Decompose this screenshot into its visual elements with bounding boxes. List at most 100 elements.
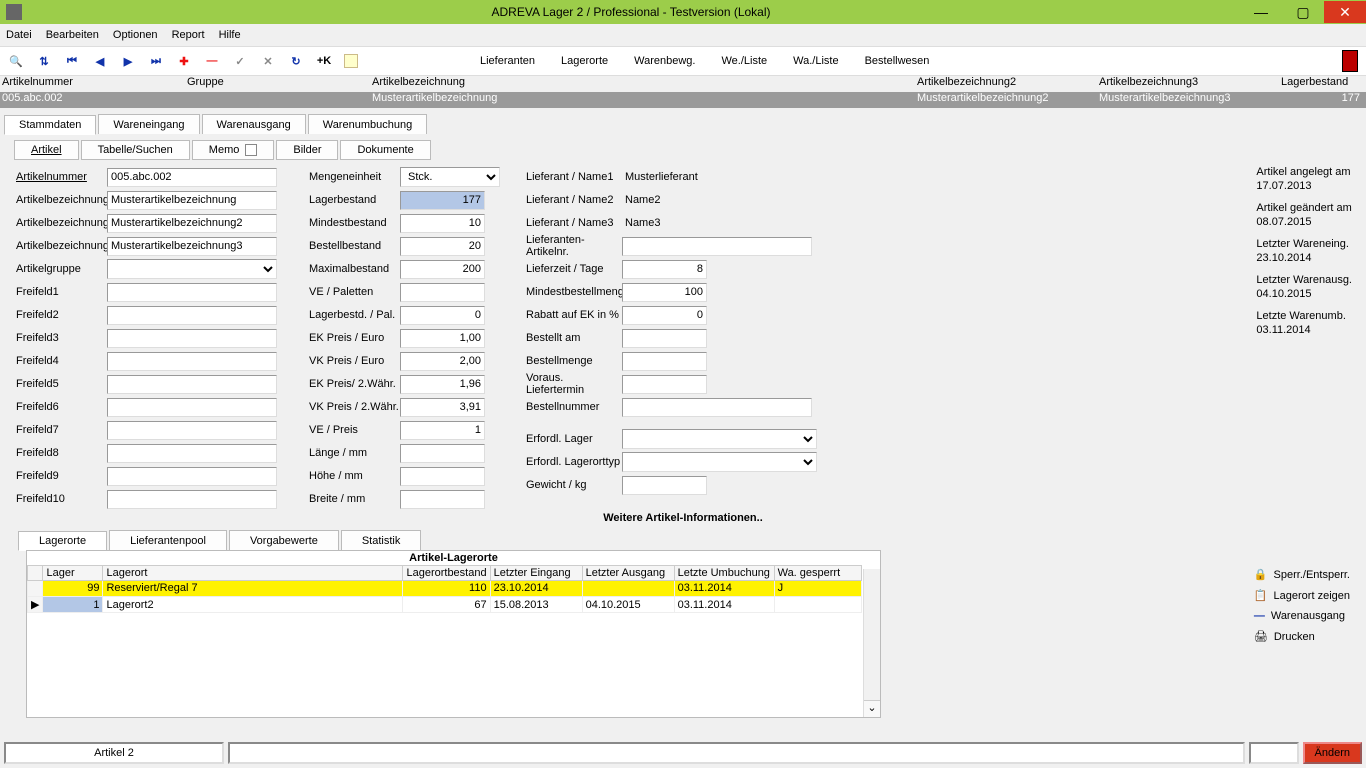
inner-tab-dokumente[interactable]: Dokumente [340,140,430,160]
input-f5[interactable] [107,375,277,394]
scrollbar[interactable]: ⌄ [863,569,880,717]
inner-tab-tabelle[interactable]: Tabelle/Suchen [81,140,190,160]
input-vep[interactable] [400,283,485,302]
search-icon[interactable]: 🔍 [8,53,24,69]
close-button[interactable]: ✕ [1324,1,1366,23]
subtab-lieferantenpool[interactable]: Lieferantenpool [109,530,227,550]
input-bez3[interactable] [107,237,277,256]
input-ek2[interactable] [400,375,485,394]
input-bestellb[interactable] [400,237,485,256]
col-lagerortbestand[interactable]: Lagerortbestand [403,566,490,581]
action-drucken[interactable]: 🖨Drucken [1254,630,1350,643]
input-mbm[interactable] [622,283,707,302]
input-lart[interactable] [622,237,812,256]
input-f9[interactable] [107,467,277,486]
inner-tab-artikel[interactable]: Artikel [14,140,79,160]
select-artikelgruppe[interactable] [107,259,277,279]
action-warenausgang[interactable]: —Warenausgang [1254,610,1350,622]
chevron-down-icon[interactable]: ⌄ [864,700,880,717]
plusk-icon[interactable]: +K [316,53,332,69]
input-h[interactable] [400,467,485,486]
table-row[interactable]: ▶ 1 Lagerort2 67 15.08.2013 04.10.2015 0… [28,597,862,613]
input-bam[interactable] [622,329,707,348]
more-info-link[interactable]: Weitere Artikel-Informationen.. [0,512,1366,524]
input-vk[interactable] [400,352,485,371]
input-f3[interactable] [107,329,277,348]
col-lager[interactable]: Lager [43,566,103,581]
input-f7[interactable] [107,421,277,440]
input-rab[interactable] [622,306,707,325]
select-mengeneinheit[interactable]: Stck. [400,167,500,187]
col-lagerort[interactable]: Lagerort [103,566,403,581]
input-f10[interactable] [107,490,277,509]
link-lieferanten[interactable]: Lieferanten [480,55,535,67]
remove-icon[interactable]: — [204,53,220,69]
input-bm[interactable] [622,352,707,371]
input-f4[interactable] [107,352,277,371]
next-icon[interactable]: ▶ [120,53,136,69]
refresh-icon[interactable]: ↻ [288,53,304,69]
tab-stammdaten[interactable]: Stammdaten [4,115,96,135]
menu-report[interactable]: Report [172,29,205,41]
input-bez[interactable] [107,191,277,210]
link-lagerorte[interactable]: Lagerorte [561,55,608,67]
tool-icon[interactable] [344,54,358,68]
add-icon[interactable]: ✚ [176,53,192,69]
input-lbp[interactable] [400,306,485,325]
subtab-statistik[interactable]: Statistik [341,530,422,550]
input-f1[interactable] [107,283,277,302]
input-f6[interactable] [107,398,277,417]
input-mindest[interactable] [400,214,485,233]
inner-tab-memo[interactable]: Memo [192,140,275,160]
link-warenbewg[interactable]: Warenbewg. [634,55,695,67]
action-sperr[interactable]: 🔒Sperr./Entsperr. [1254,568,1350,581]
col-letzte-umbuchung[interactable]: Letzte Umbuchung [674,566,774,581]
select-elag[interactable] [622,429,817,449]
input-bez2[interactable] [107,214,277,233]
input-maxb[interactable] [400,260,485,279]
prev-icon[interactable]: ◀ [92,53,108,69]
link-weliste[interactable]: We./Liste [721,55,767,67]
memo-checkbox[interactable] [245,144,257,156]
last-icon[interactable]: ⏭ [148,53,164,69]
subtab-lagerorte[interactable]: Lagerorte [18,531,107,551]
input-bnr[interactable] [622,398,812,417]
input-vk2[interactable] [400,398,485,417]
menu-optionen[interactable]: Optionen [113,29,158,41]
tab-warenumbuchung[interactable]: Warenumbuchung [308,114,427,134]
sort-icon[interactable]: ⇅ [36,53,52,69]
input-f8[interactable] [107,444,277,463]
input-artikelnummer[interactable] [107,168,277,187]
menu-hilfe[interactable]: Hilfe [219,29,241,41]
first-icon[interactable]: ⏮ [64,53,80,69]
inner-tab-bilder[interactable]: Bilder [276,140,338,160]
input-vlt[interactable] [622,375,707,394]
col-letzter-eingang[interactable]: Letzter Eingang [490,566,582,581]
tab-warenausgang[interactable]: Warenausgang [202,114,306,134]
input-ek[interactable] [400,329,485,348]
col-letzter-ausgang[interactable]: Letzter Ausgang [582,566,674,581]
cancel-icon[interactable]: ✕ [260,53,276,69]
input-len[interactable] [400,444,485,463]
input-vepr[interactable] [400,421,485,440]
select-elot[interactable] [622,452,817,472]
aendern-button[interactable]: Ändern [1303,742,1362,764]
subtab-vorgabewerte[interactable]: Vorgabewerte [229,530,339,550]
col-wa-gesperrt[interactable]: Wa. gesperrt [774,566,861,581]
link-bestellwesen[interactable]: Bestellwesen [865,55,930,67]
tab-wareneingang[interactable]: Wareneingang [98,114,199,134]
action-lagerort-zeigen[interactable]: 📋Lagerort zeigen [1254,589,1350,602]
link-waliste[interactable]: Wa./Liste [793,55,838,67]
input-f2[interactable] [107,306,277,325]
menu-datei[interactable]: Datei [6,29,32,41]
table-row[interactable]: 99 Reserviert/Regal 7 110 23.10.2014 03.… [28,581,862,597]
input-b[interactable] [400,490,485,509]
input-lagerbestand[interactable] [400,191,485,210]
exit-icon[interactable] [1342,50,1358,72]
maximize-button[interactable]: ▢ [1282,1,1324,23]
menu-bearbeiten[interactable]: Bearbeiten [46,29,99,41]
input-lz[interactable] [622,260,707,279]
check-icon[interactable]: ✓ [232,53,248,69]
minimize-button[interactable]: — [1240,1,1282,23]
input-gew[interactable] [622,476,707,495]
